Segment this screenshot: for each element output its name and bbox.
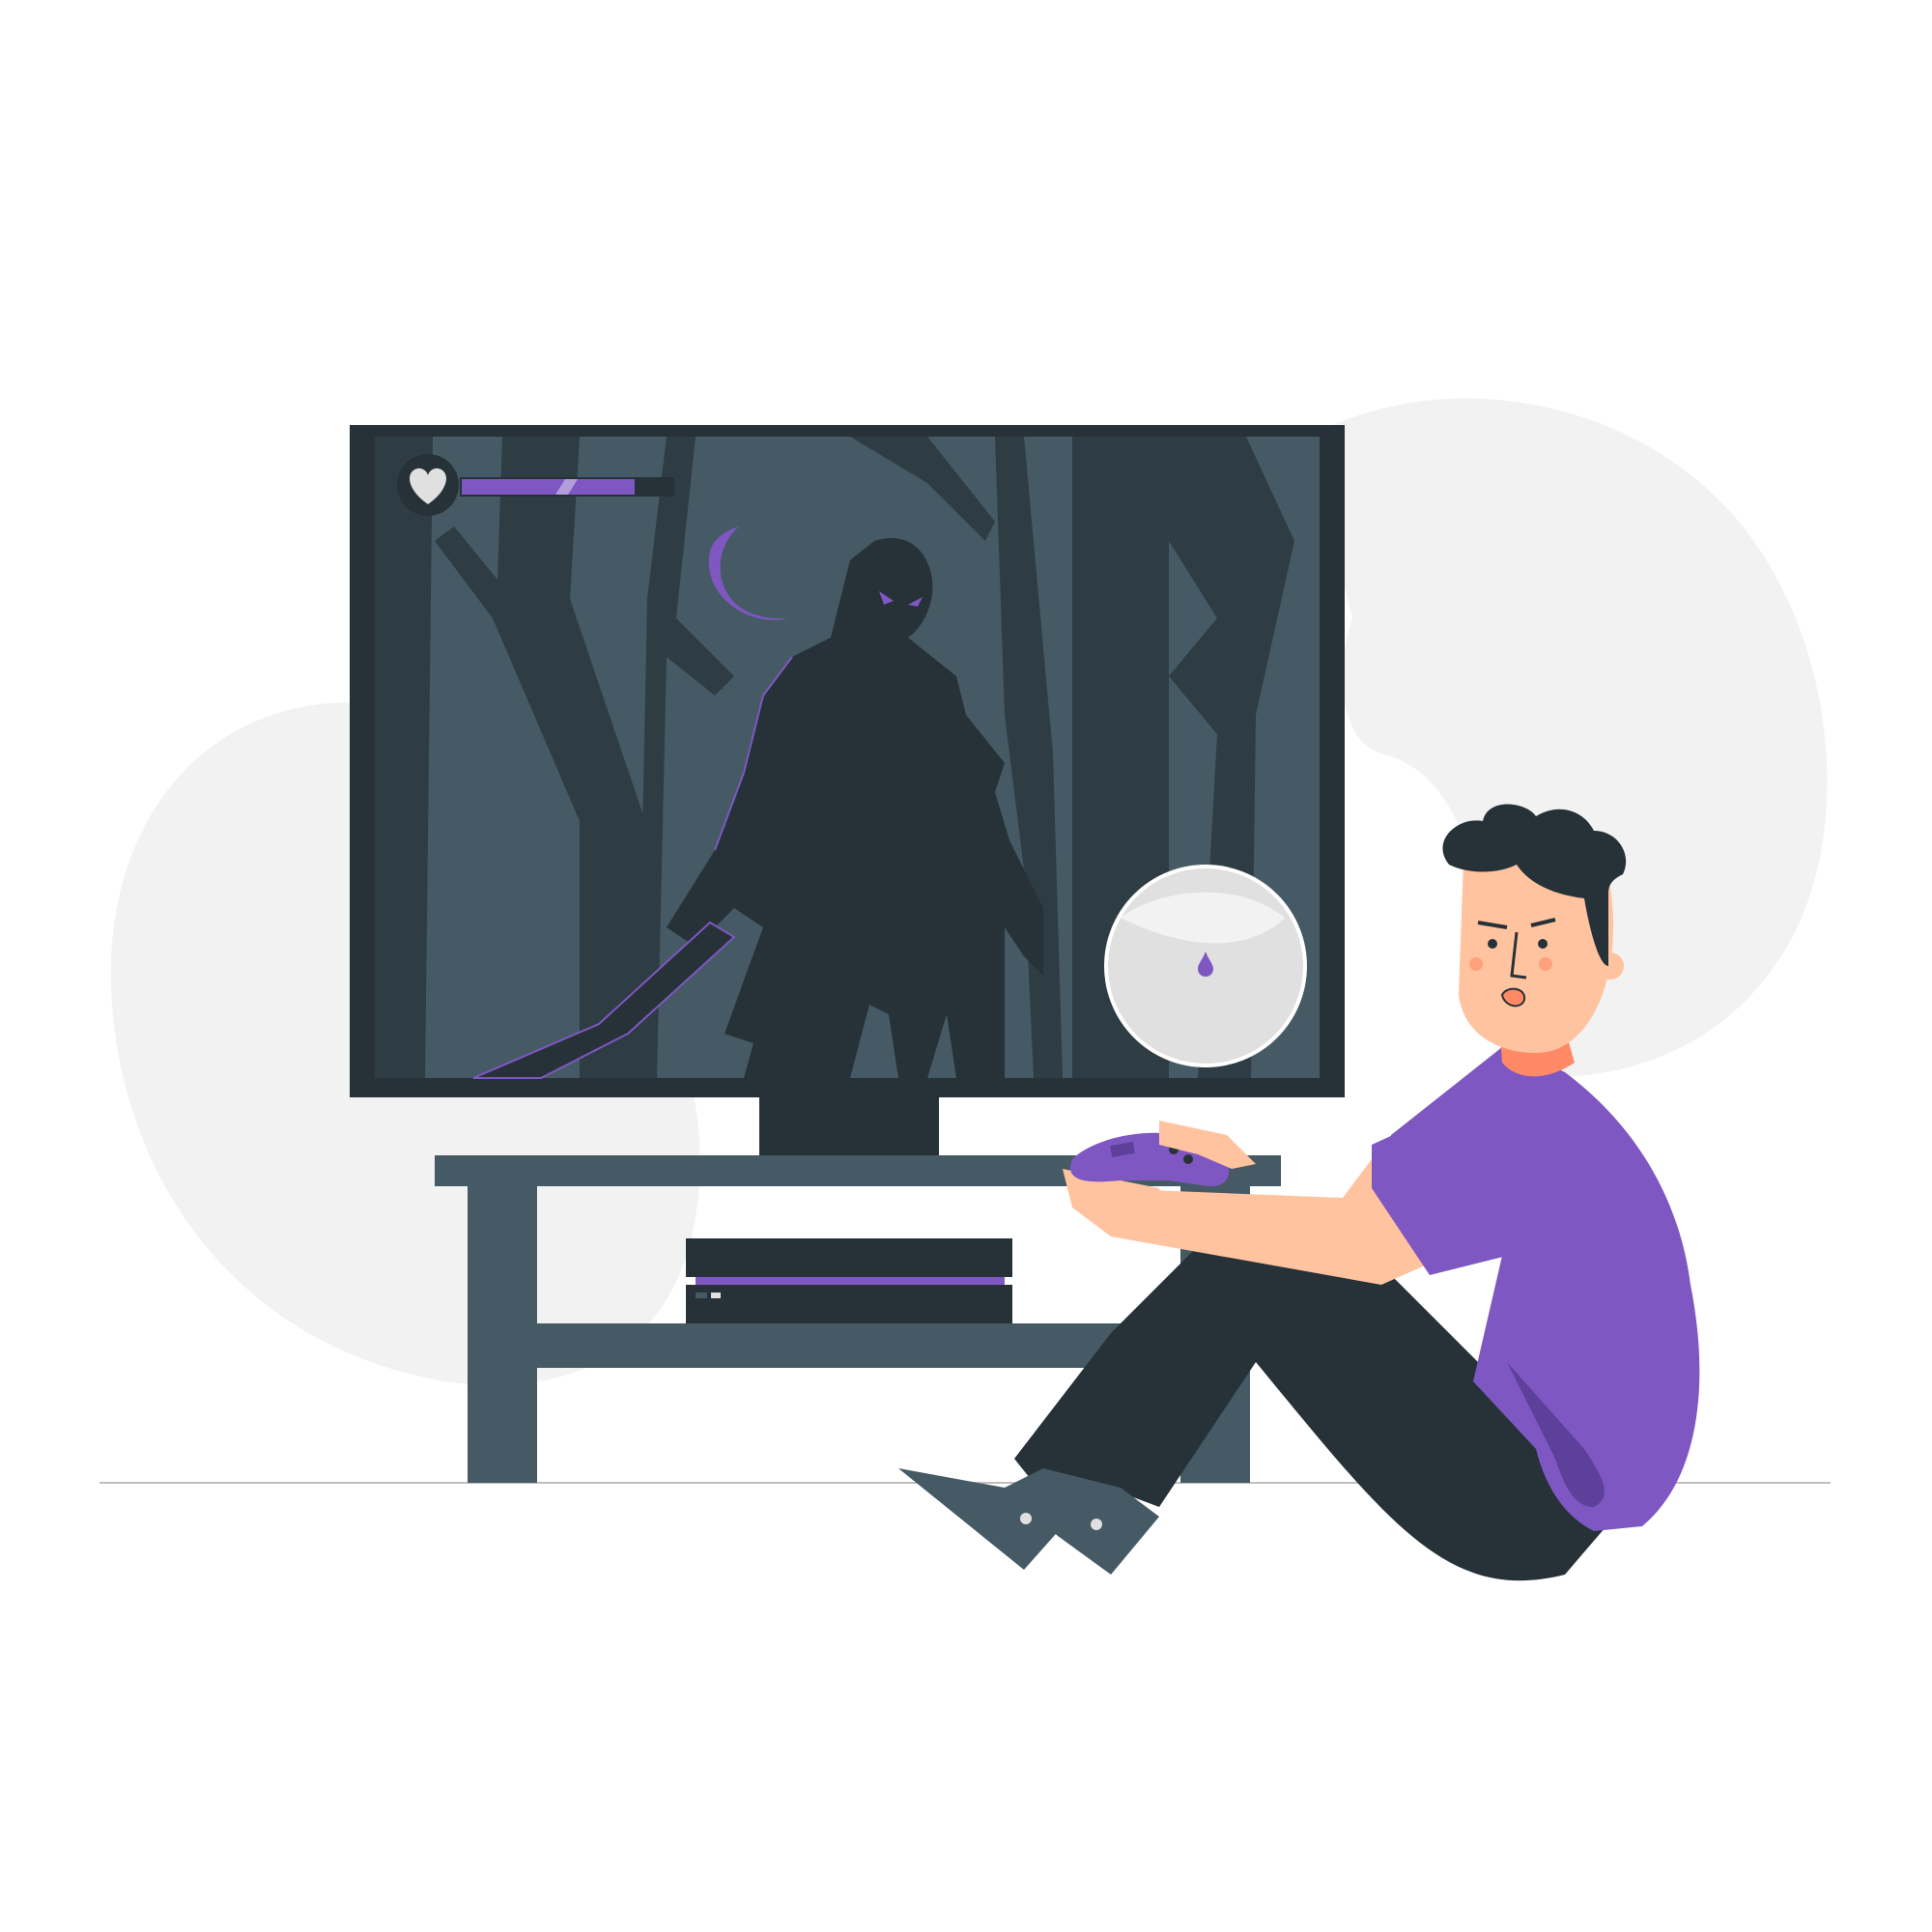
console-top [686, 1238, 1012, 1277]
tree-1 [375, 437, 433, 1078]
stand-leg-left [468, 1186, 537, 1483]
console-button [696, 1293, 707, 1298]
tv-neck [759, 1095, 939, 1155]
game-console [686, 1238, 1012, 1323]
eye-left [1488, 939, 1497, 949]
health-bar-fill [462, 479, 635, 495]
console-light-strip [696, 1277, 1005, 1285]
illustration-scene [99, 398, 1831, 1581]
eye-right [1538, 939, 1548, 949]
shoe-lace-dot-2 [1091, 1519, 1102, 1530]
blush-left [1469, 957, 1483, 971]
console-port [711, 1293, 721, 1298]
snow-globe [1104, 865, 1307, 1067]
console-bottom [686, 1285, 1012, 1323]
television [350, 425, 1345, 1097]
stand-shelf [537, 1323, 1180, 1368]
shoe-lace-dot-1 [1020, 1513, 1032, 1524]
blush-right [1539, 957, 1552, 971]
controller-button-b [1183, 1154, 1193, 1164]
